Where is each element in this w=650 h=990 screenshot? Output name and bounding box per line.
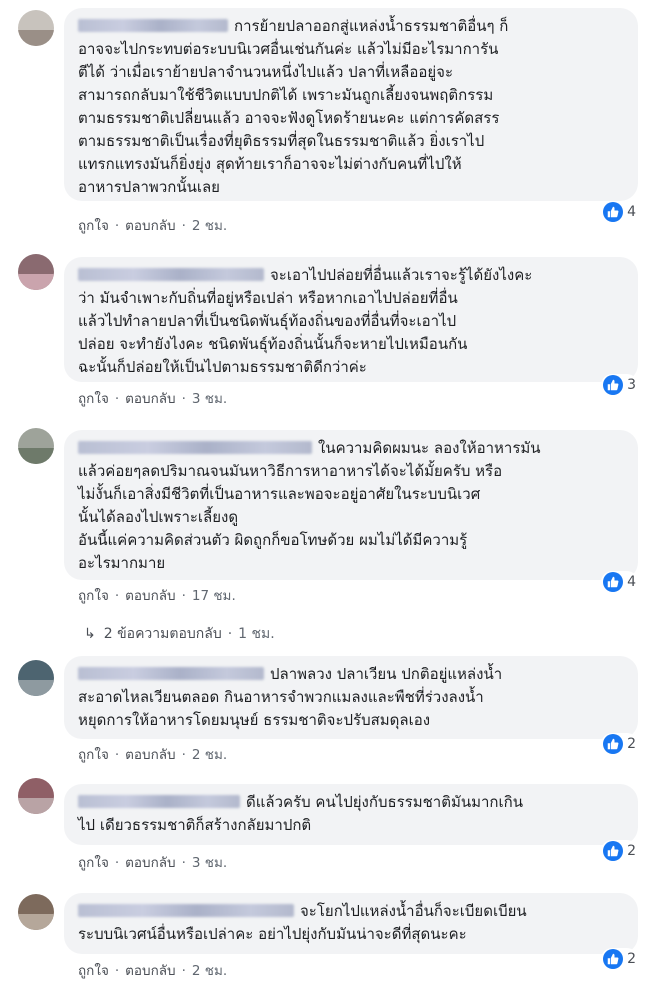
separator-dot: · bbox=[181, 747, 186, 763]
avatar[interactable] bbox=[18, 778, 54, 814]
commenter-name[interactable] bbox=[78, 904, 294, 917]
avatar-image-lower bbox=[18, 797, 54, 814]
reaction-number: 2 bbox=[627, 843, 636, 859]
like-link[interactable]: ถูกใจ bbox=[78, 218, 109, 234]
reaction-count[interactable]: 4 bbox=[601, 571, 638, 593]
avatar-image-lower bbox=[18, 679, 54, 696]
commenter-name[interactable] bbox=[78, 667, 264, 680]
reaction-number: 2 bbox=[627, 951, 636, 967]
separator-dot: · bbox=[114, 588, 120, 604]
avatar[interactable] bbox=[18, 10, 54, 46]
comment-actions: ถูกใจ · ตอบกลับ · 2 ชม. bbox=[78, 217, 227, 235]
comment-timestamp[interactable]: 3 ชม. bbox=[192, 855, 227, 871]
separator-dot: · bbox=[181, 391, 186, 407]
comment-timestamp[interactable]: 2 ชม. bbox=[192, 963, 227, 979]
separator-dot: · bbox=[114, 963, 120, 979]
separator-dot: · bbox=[114, 391, 120, 407]
comment-bubble: จะเอาไปปล่อยที่อื่นแล้วเราจะรู้ได้ยังไงค… bbox=[64, 257, 638, 382]
avatar-image-lower bbox=[18, 913, 54, 930]
thumbs-up-icon bbox=[603, 572, 624, 592]
reply-link[interactable]: ตอบกลับ bbox=[125, 218, 175, 234]
thumbs-up-icon bbox=[603, 375, 624, 395]
view-replies-link[interactable]: ↳ 2 ข้อความตอบกลับ · 1 ชม. bbox=[84, 625, 275, 643]
reply-link[interactable]: ตอบกลับ bbox=[125, 963, 175, 979]
reaction-count[interactable]: 3 bbox=[601, 374, 638, 396]
comment-bubble: ปลาพลวง ปลาเวียน ปกติอยู่แหล่งน้ำ สะอาดไ… bbox=[64, 656, 638, 739]
reaction-number: 2 bbox=[627, 736, 636, 752]
separator-dot: · bbox=[114, 855, 120, 871]
like-link[interactable]: ถูกใจ bbox=[78, 747, 109, 763]
separator-dot: · bbox=[114, 218, 120, 234]
comment-timestamp[interactable]: 2 ชม. bbox=[192, 218, 227, 234]
separator-dot: · bbox=[181, 218, 186, 234]
comment-actions: ถูกใจ · ตอบกลับ · 2 ชม. bbox=[78, 962, 227, 980]
reply-link[interactable]: ตอบกลับ bbox=[125, 588, 175, 604]
avatar[interactable] bbox=[18, 894, 54, 930]
comment-actions: ถูกใจ · ตอบกลับ · 3 ชม. bbox=[78, 854, 227, 872]
comment-timestamp[interactable]: 17 ชม. bbox=[192, 588, 236, 604]
comment-actions: ถูกใจ · ตอบกลับ · 2 ชม. bbox=[78, 746, 227, 764]
comment-text: จะเอาไปปล่อยที่อื่นแล้วเราจะรู้ได้ยังไงค… bbox=[78, 266, 533, 376]
like-link[interactable]: ถูกใจ bbox=[78, 855, 109, 871]
like-link[interactable]: ถูกใจ bbox=[78, 963, 109, 979]
separator-dot: · bbox=[181, 855, 186, 871]
avatar[interactable] bbox=[18, 660, 54, 696]
comment-actions: ถูกใจ · ตอบกลับ · 17 ชม. bbox=[78, 587, 236, 605]
comment-actions: ถูกใจ · ตอบกลับ · 3 ชม. bbox=[78, 390, 227, 408]
commenter-name[interactable] bbox=[78, 441, 312, 454]
comment-bubble: จะโยกไปแหล่งน้ำอื่นก็จะเบียดเบียน ระบบนิ… bbox=[64, 893, 638, 954]
reply-link[interactable]: ตอบกลับ bbox=[125, 855, 175, 871]
like-link[interactable]: ถูกใจ bbox=[78, 588, 109, 604]
comment-timestamp[interactable]: 2 ชม. bbox=[192, 747, 227, 763]
avatar[interactable] bbox=[18, 428, 54, 464]
avatar-image-lower bbox=[18, 447, 54, 464]
comment-bubble: ดีแล้วครับ คนไปยุ่งกับธรรมชาติมันมากเกิน… bbox=[64, 784, 638, 845]
replies-count[interactable]: 2 ข้อความตอบกลับ bbox=[104, 626, 222, 642]
thumbs-up-icon bbox=[603, 734, 624, 754]
thumbs-up-icon bbox=[603, 949, 624, 969]
reaction-number: 4 bbox=[627, 204, 636, 220]
reaction-count[interactable]: 2 bbox=[601, 733, 638, 755]
reaction-number: 3 bbox=[627, 377, 636, 393]
thumbs-up-icon bbox=[603, 202, 624, 222]
comment-timestamp[interactable]: 3 ชม. bbox=[192, 391, 227, 407]
commenter-name[interactable] bbox=[78, 19, 228, 32]
reaction-count[interactable]: 2 bbox=[601, 840, 638, 862]
reply-link[interactable]: ตอบกลับ bbox=[125, 747, 175, 763]
like-link[interactable]: ถูกใจ bbox=[78, 391, 109, 407]
reply-arrow-icon: ↳ bbox=[84, 626, 96, 642]
comment-text: การย้ายปลาออกสู่แหล่งน้ำธรรมชาติอื่นๆ ก็… bbox=[78, 17, 509, 196]
comment-bubble: ในความคิดผมนะ ลองให้อาหารมัน แล้วค่อยๆลด… bbox=[64, 430, 638, 580]
reply-link[interactable]: ตอบกลับ bbox=[125, 391, 175, 407]
avatar-image-lower bbox=[18, 29, 54, 46]
reaction-count[interactable]: 4 bbox=[601, 201, 638, 223]
separator-dot: · bbox=[227, 626, 233, 642]
separator-dot: · bbox=[181, 588, 186, 604]
comment-bubble: การย้ายปลาออกสู่แหล่งน้ำธรรมชาติอื่นๆ ก็… bbox=[64, 8, 638, 201]
avatar-image-lower bbox=[18, 273, 54, 290]
separator-dot: · bbox=[114, 747, 120, 763]
thumbs-up-icon bbox=[603, 841, 624, 861]
commenter-name[interactable] bbox=[78, 268, 264, 281]
reaction-number: 4 bbox=[627, 574, 636, 590]
comment-text: ในความคิดผมนะ ลองให้อาหารมัน แล้วค่อยๆลด… bbox=[78, 439, 541, 572]
separator-dot: · bbox=[181, 963, 186, 979]
replies-timestamp: 1 ชม. bbox=[238, 626, 275, 642]
reaction-count[interactable]: 2 bbox=[601, 948, 638, 970]
avatar[interactable] bbox=[18, 254, 54, 290]
commenter-name[interactable] bbox=[78, 795, 240, 808]
